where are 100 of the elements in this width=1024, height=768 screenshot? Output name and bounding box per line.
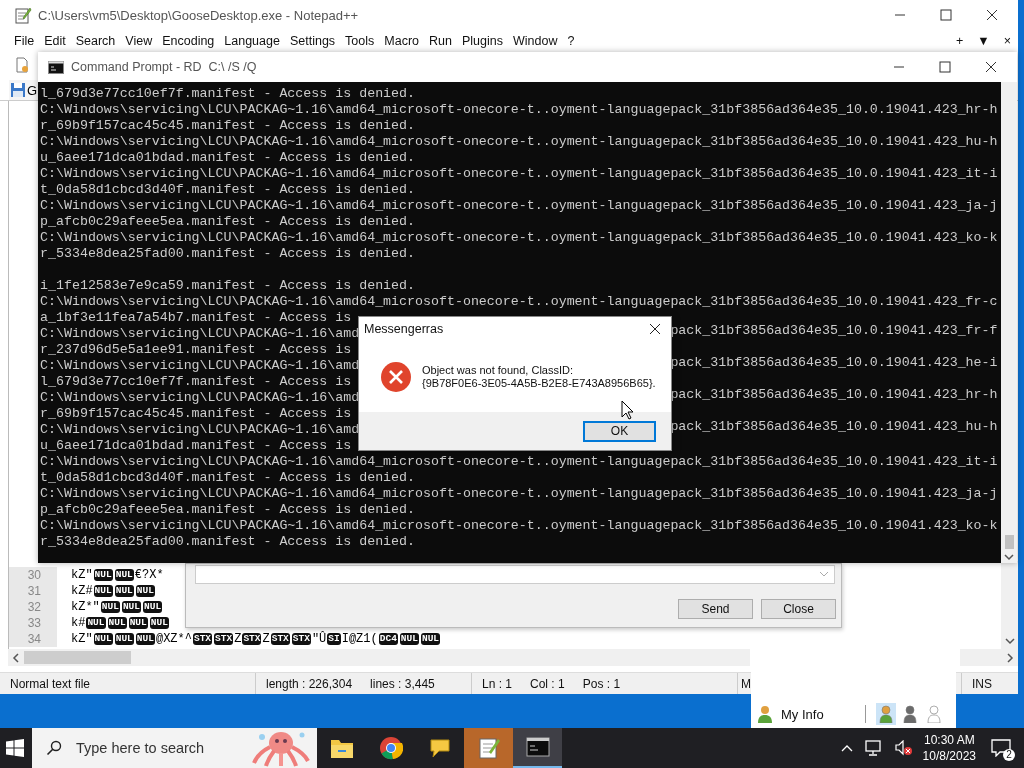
control-char-badge: NUL — [114, 633, 134, 645]
control-char-badge: NUL — [114, 569, 134, 581]
menu-item[interactable]: Search — [70, 34, 121, 48]
control-char-badge: NUL — [420, 633, 441, 645]
console-line: pack_31bf3856ad364e35_10.0.19041.423_hu-h — [670, 419, 998, 435]
status-text: Ln : 1 — [482, 676, 513, 691]
control-char-badge: NUL — [121, 601, 142, 613]
console-line: C:\Windows\servicing\LCU\PACKAG~1.16\amd — [40, 326, 360, 341]
status-text: Pos : 1 — [582, 676, 621, 691]
menu-item[interactable]: File — [9, 34, 40, 48]
console-line: C:\Windows\servicing\LCU\PACKAG~1.16\amd — [40, 422, 360, 437]
code-text: kZ" — [71, 632, 93, 646]
control-char-badge: NUL — [93, 569, 113, 581]
file-tab[interactable]: G — [9, 80, 39, 100]
console-line: C:\Windows\servicing\LCU\PACKAG~1.16\amd64_microsoft-onecore-t..oyment-languagepack_31bf3856ad364e35_10.0.19041.423_ja-j — [40, 486, 998, 501]
status-text: Col : 1 — [530, 676, 565, 691]
menu-item[interactable]: Run — [424, 34, 457, 48]
console-line: C:\Windows\servicing\LCU\PACKAG~1.16\amd64_microsoft-onecore-t..oyment-languagepack_31bf3856ad364e35_10.0.19041.423_ko-k — [40, 518, 998, 533]
status-text: M — [741, 676, 751, 691]
code-text: Z — [234, 632, 242, 646]
control-char-badge: NUL — [93, 633, 113, 645]
console-line: C:\Windows\servicing\LCU\PACKAG~1.16\amd64_microsoft-onecore-t..oyment-languagepack_31bf3856ad364e35_10.0.19041.423_hr-h — [40, 102, 998, 117]
control-char-badge: STX — [291, 633, 311, 645]
console-line: C:\Windows\servicing\LCU\PACKAG~1.16\amd64_microsoft-onecore-t..oyment-languagepack_31bf3856ad364e35_10.0.19041.423_hu-h — [40, 134, 998, 149]
code-text: kZ*" — [71, 600, 100, 614]
code-text: €?X* — [134, 568, 164, 582]
control-char-badge: NUL — [143, 601, 163, 613]
console-line: r_5334e8dea25fad00.manifest - Access is denied. — [40, 246, 416, 261]
menu-item[interactable]: Edit — [39, 34, 71, 48]
line-number: 32 — [9, 599, 57, 615]
status-text: Normal text file — [10, 676, 91, 691]
console-line: a_1bf3e11fea7a54b7.manifest - Access is — [40, 310, 352, 325]
dialog-button[interactable]: Close — [761, 599, 836, 619]
window-title: C:\Users\vm5\Desktop\GooseDesktop.exe - Notepad++ — [38, 7, 359, 23]
notification-button[interactable]: 2 — [986, 733, 1016, 763]
control-char-badge: NUL — [100, 601, 120, 613]
line-number: 30 — [9, 567, 57, 583]
console-line: r_69b9f157cac45c45.manifest - Access is denied. — [40, 118, 416, 133]
control-char-badge: SI — [327, 633, 341, 645]
console-line: r_237d96d5e5a1ee91.manifest - Access is — [40, 342, 352, 357]
control-char-badge: STX — [242, 633, 262, 645]
control-char-badge: NUL — [135, 633, 155, 645]
console-line: C:\Windows\servicing\LCU\PACKAG~1.16\amd64_microsoft-onecore-t..oyment-languagepack_31bf3856ad364e35_10.0.19041.423_it-i — [40, 166, 998, 181]
window-title: Command Prompt - RD C:\ /S /Q — [71, 60, 257, 74]
menu-item[interactable]: Settings — [284, 34, 341, 48]
console-line: C:\Windows\servicing\LCU\PACKAG~1.16\amd — [40, 390, 360, 405]
code-text: I@Z1( — [341, 632, 378, 646]
menu-item[interactable]: Window — [507, 34, 563, 48]
clock-date[interactable]: 10/8/2023 — [922, 748, 976, 764]
dialog-button[interactable]: Send — [678, 599, 753, 619]
code-text: Z — [262, 632, 270, 646]
console-line: pack_31bf3856ad364e35_10.0.19041.423_he-i — [670, 355, 998, 371]
status-text: length : 226,304 — [266, 676, 353, 691]
line-number: 33 — [9, 615, 57, 631]
console-line: C:\Windows\servicing\LCU\PACKAG~1.16\amd64_microsoft-onecore-t..oyment-languagepack_31bf3856ad364e35_10.0.19041.423_ja-j — [40, 198, 998, 213]
my-info-link[interactable]: My Info — [781, 706, 824, 722]
control-char-badge: NUL — [107, 617, 127, 629]
menu-item[interactable]: Tools — [340, 34, 380, 48]
console-line: u_6aee171dca01bdad.manifest - Access is — [40, 438, 352, 453]
control-char-badge: STX — [192, 633, 213, 645]
menu-item[interactable]: Language — [219, 34, 285, 48]
console-line: l_679d3e77cc10ef7f.manifest - Access is — [40, 374, 352, 389]
control-char-badge: NUL — [114, 585, 134, 597]
menu-item[interactable]: Macro — [379, 34, 425, 48]
console-line: C:\Windows\servicing\LCU\PACKAG~1.16\amd — [40, 358, 360, 373]
menu-item[interactable]: Encoding — [157, 34, 220, 48]
code-text: k# — [71, 616, 86, 630]
console-line: u_6aee171dca01bdad.manifest - Access is denied. — [40, 150, 416, 165]
console-line: pack_31bf3856ad364e35_10.0.19041.423_fr-f — [670, 323, 998, 339]
ok-button[interactable]: OK — [583, 420, 656, 442]
console-line: C:\Windows\servicing\LCU\PACKAG~1.16\amd64_microsoft-onecore-t..oyment-languagepack_31bf3856ad364e35_10.0.19041.423_fr-c — [40, 294, 998, 309]
control-char-badge: NUL — [149, 617, 169, 629]
control-char-badge: NUL — [128, 617, 148, 629]
menu-item[interactable]: View — [120, 34, 158, 48]
error-message: Object was not found, ClassID: {9B78F0E6-3E05-4A5B-B2E8-E743A8956B65}. — [422, 363, 657, 390]
console-line: pack_31bf3856ad364e35_10.0.19041.423_hr-h — [670, 387, 998, 403]
search-field[interactable]: Type here to search — [32, 728, 317, 768]
control-char-badge: STX — [214, 633, 234, 645]
menu-glyph[interactable]: × — [996, 34, 1018, 48]
code-text: kZ" — [71, 568, 93, 582]
code-text: kZ# — [71, 584, 93, 598]
control-char-badge: NUL — [86, 617, 106, 629]
dialog-title: Messengerras — [364, 322, 444, 336]
console-line: C:\Windows\servicing\LCU\PACKAG~1.16\amd64_microsoft-onecore-t..oyment-languagepack_31bf3856ad364e35_10.0.19041.423_it-i — [40, 454, 998, 469]
console-line: r_5334e8dea25fad00.manifest - Access is denied. — [40, 534, 416, 549]
console-line: p_afcb0c29afeee5ea.manifest - Access is denied. — [40, 214, 416, 229]
menu-glyph[interactable]: + — [949, 34, 971, 48]
console-line: C:\Windows\servicing\LCU\PACKAG~1.16\amd64_microsoft-onecore-t..oyment-languagepack_31bf3856ad364e35_10.0.19041.423_ko-k — [40, 230, 998, 245]
status-text: lines : 3,445 — [370, 676, 435, 691]
control-char-badge: NUL — [399, 633, 419, 645]
menu-glyph[interactable]: ▼ — [970, 34, 997, 48]
console-line: r_69b9f157cac45c45.manifest - Access is — [40, 406, 352, 421]
console-line: i_1fe12583e7e9ca59.manifest - Access is denied. — [40, 278, 416, 293]
console-line: p_afcb0c29afeee5ea.manifest - Access is denied. — [40, 502, 416, 517]
clock-time[interactable]: 10:30 AM — [923, 732, 975, 748]
line-number: 34 — [9, 631, 57, 647]
console-line: t_0da58d1cbcd3d40f.manifest - Access is denied. — [40, 182, 416, 197]
menu-item[interactable]: Plugins — [456, 34, 508, 48]
menu-item[interactable]: ? — [562, 34, 580, 48]
control-char-badge: NUL — [135, 585, 155, 597]
